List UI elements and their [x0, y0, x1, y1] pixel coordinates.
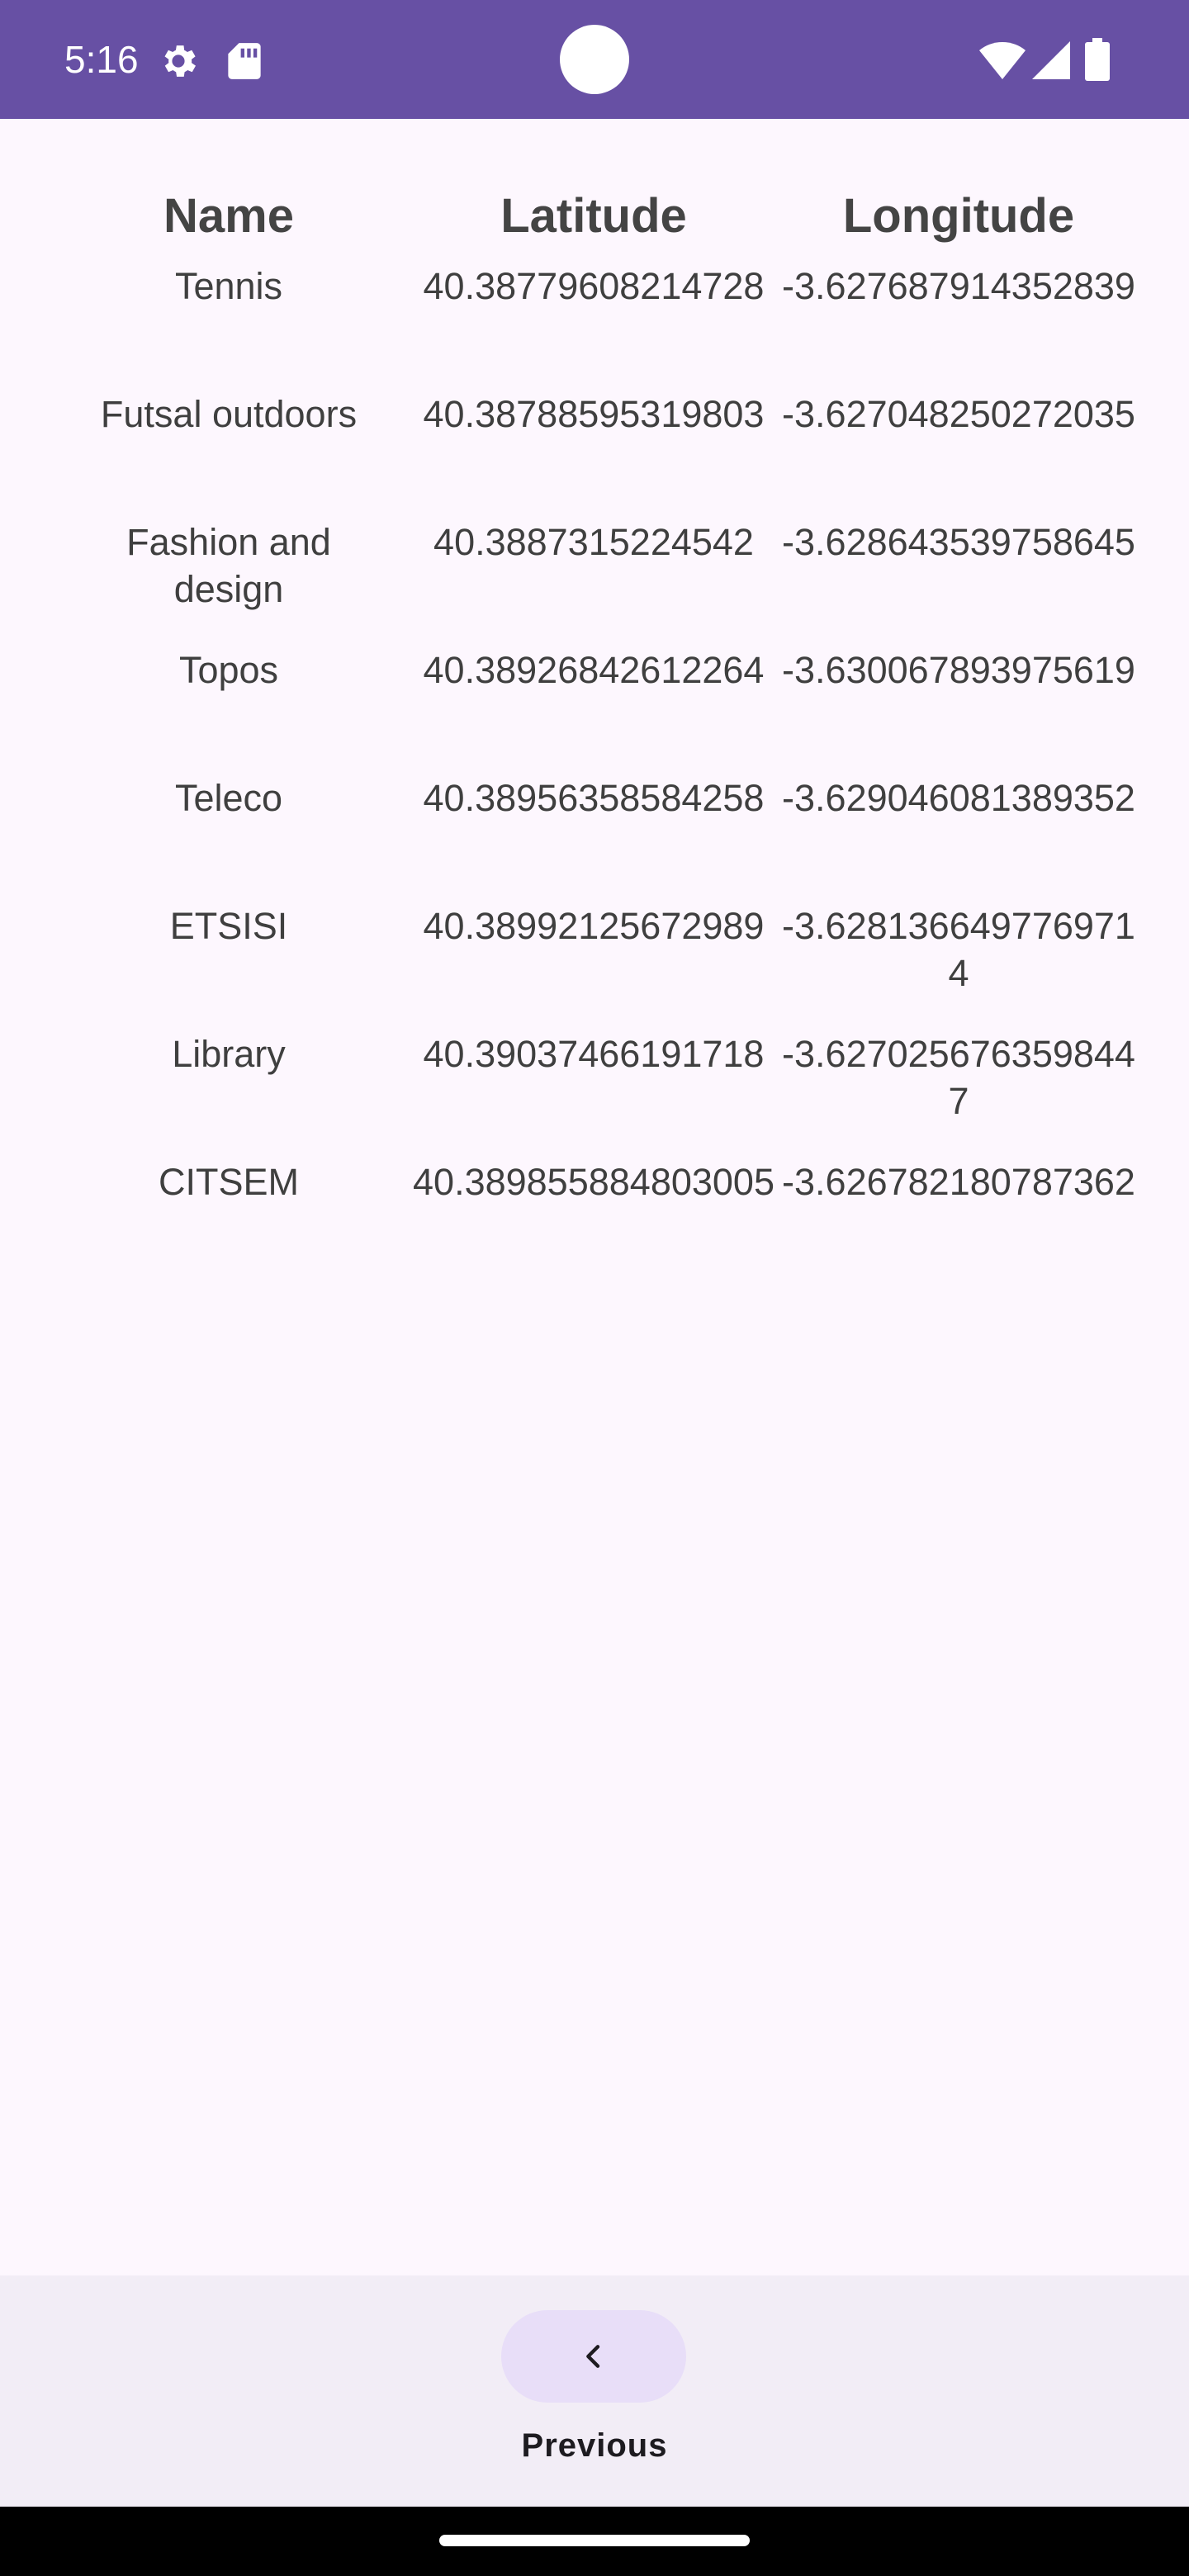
- cell-longitude: -3.630067893975619: [782, 649, 1135, 691]
- cell-latitude: 40.3887315224542: [433, 521, 754, 563]
- table-header-row: Name Latitude Longitude: [45, 182, 1143, 263]
- cell-latitude: 40.38992125672989: [423, 905, 765, 947]
- cell-longitude: -3.626782180787362: [782, 1161, 1135, 1203]
- gear-icon: [164, 45, 197, 77]
- system-navigation-bar: [0, 2507, 1189, 2576]
- signal-icon: [1032, 41, 1070, 79]
- cell-name: Futsal outdoors: [100, 393, 358, 435]
- table-row: Library 40.39037466191718 -3.62702567635…: [45, 1030, 1143, 1158]
- cell-name: Tennis: [174, 265, 283, 307]
- status-bar: 5:16: [0, 0, 1189, 119]
- table-row: Futsal outdoors 40.38788595319803 -3.627…: [45, 391, 1143, 519]
- chevron-left-icon: [586, 2345, 600, 2368]
- cell-longitude: -3.627687914352839: [782, 265, 1135, 307]
- battery-icon: [1085, 38, 1110, 81]
- cell-name: Library: [172, 1033, 286, 1075]
- table-row: ETSISI 40.38992125672989 -3.628136649776…: [45, 902, 1143, 1030]
- cell-latitude: 40.39037466191718: [423, 1033, 765, 1075]
- cell-longitude: -3.6281366497769714: [782, 905, 1135, 994]
- bottom-navigation: Previous: [0, 2275, 1189, 2507]
- header-longitude: Longitude: [842, 189, 1075, 243]
- table-row: CITSEM 40.389855884803005 -3.62678218078…: [45, 1158, 1143, 1286]
- table-row: Teleco 40.38956358584258 -3.629046081389…: [45, 774, 1143, 902]
- cell-latitude: 40.38926842612264: [423, 649, 765, 691]
- front-camera: [560, 25, 629, 94]
- wifi-icon: [979, 42, 1026, 79]
- cell-latitude: 40.38956358584258: [423, 777, 765, 819]
- table-row: Tennis 40.38779608214728 -3.627687914352…: [45, 263, 1143, 391]
- cell-name: CITSEM: [158, 1161, 299, 1203]
- cell-name: Fashion and design: [126, 521, 331, 610]
- locations-table: Name Latitude Longitude Tennis 40.387796…: [45, 182, 1143, 1286]
- previous-button[interactable]: [501, 2310, 686, 2403]
- cell-longitude: -3.627048250272035: [782, 393, 1135, 435]
- cell-name: Topos: [178, 649, 279, 691]
- status-time: 5:16: [64, 38, 139, 81]
- cell-name: ETSISI: [169, 905, 288, 947]
- header-name: Name: [163, 189, 294, 243]
- cell-latitude: 40.389855884803005: [413, 1161, 775, 1203]
- cell-latitude: 40.38779608214728: [423, 265, 765, 307]
- cell-latitude: 40.38788595319803: [423, 393, 765, 435]
- table-row: Topos 40.38926842612264 -3.6300678939756…: [45, 646, 1143, 774]
- header-latitude: Latitude: [500, 189, 687, 243]
- cell-longitude: -3.6270256763598447: [782, 1033, 1135, 1122]
- sd-card-icon: [228, 43, 261, 79]
- cell-longitude: -3.629046081389352: [782, 777, 1135, 819]
- table-row: Fashion and design 40.3887315224542 -3.6…: [45, 519, 1143, 646]
- cell-longitude: -3.628643539758645: [782, 521, 1135, 563]
- gesture-handle[interactable]: [439, 2535, 750, 2546]
- previous-label[interactable]: Previous: [429, 2424, 760, 2467]
- cell-name: Teleco: [174, 777, 283, 819]
